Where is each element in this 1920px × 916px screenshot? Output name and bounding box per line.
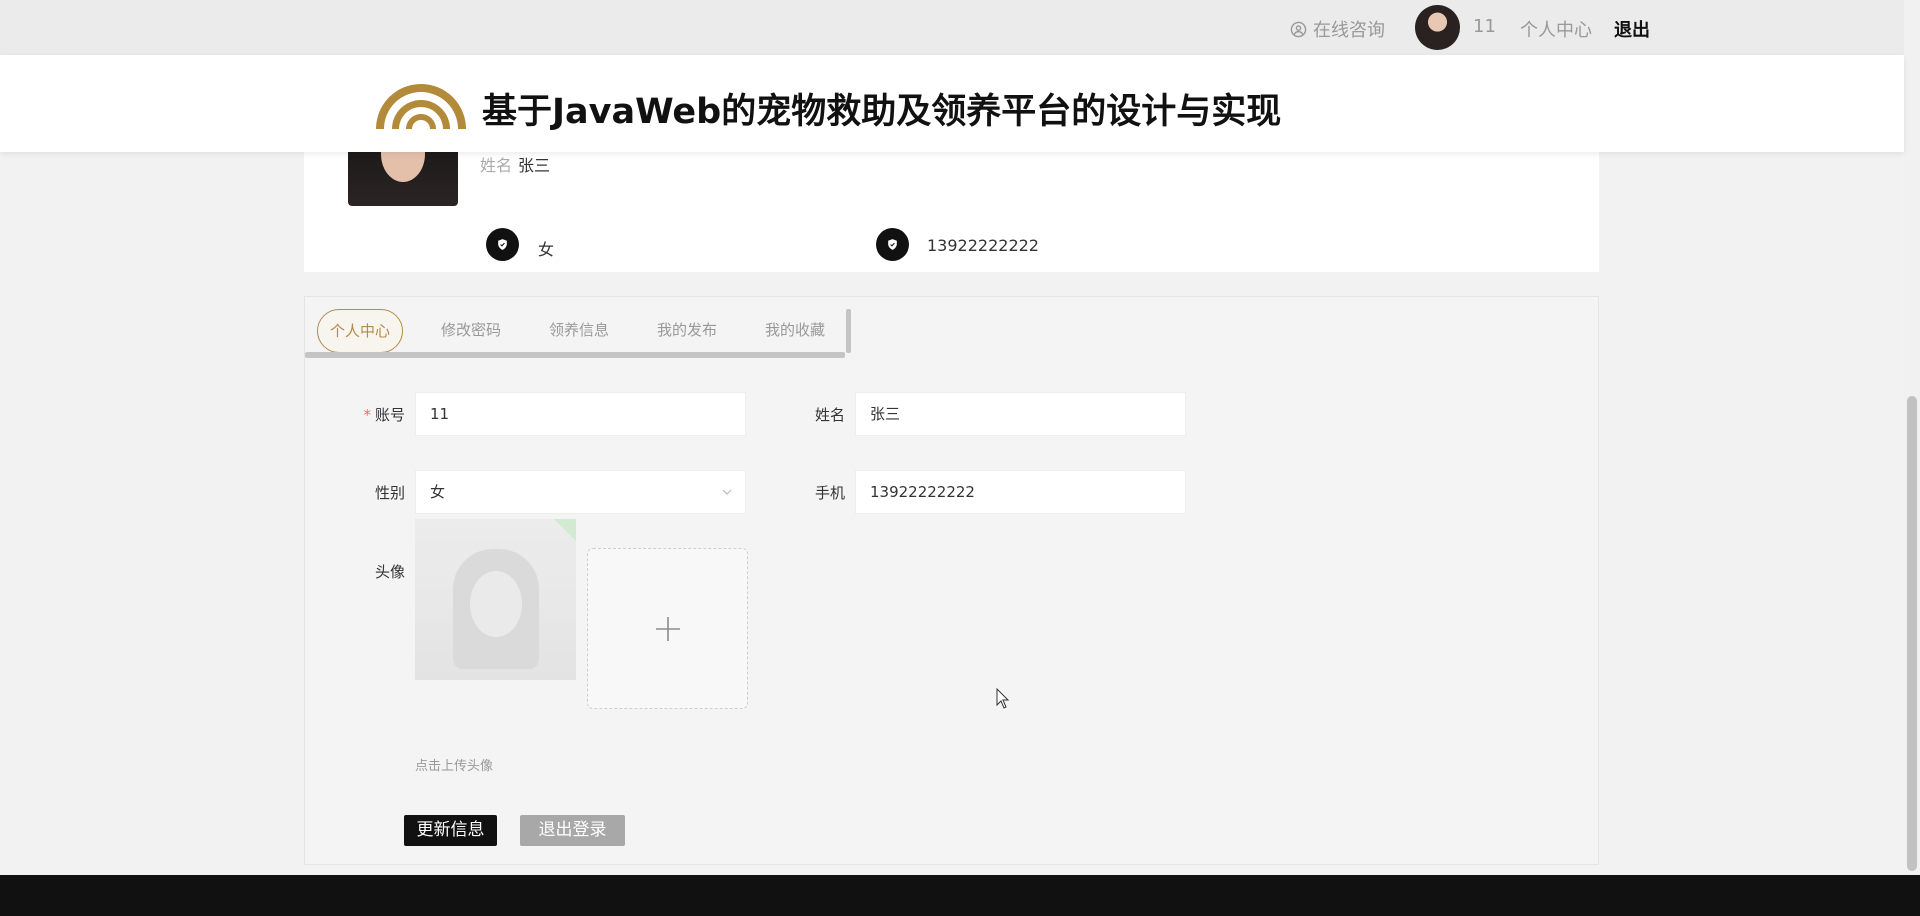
profile-gender: 女 [538,240,555,259]
shield-icon [876,228,909,261]
page-scrollbar[interactable] [1904,0,1920,875]
tab-adoption-info[interactable]: 领养信息 [539,309,619,351]
account-label: * 账号 [363,406,405,424]
gender-select-value: 女 [430,483,446,501]
profile-name-value: 张三 [518,156,551,175]
tab-personal-center[interactable]: 个人中心 [317,309,403,353]
tab-bar: 个人中心 修改密码 领养信息 我的发布 我的收藏 [305,297,851,358]
profile-phone: 13922222222 [927,236,1039,255]
site-title: 基于JavaWeb的宠物救助及领养平台的设计与实现 [482,92,1282,132]
tabs-vertical-scrollbar[interactable] [846,309,851,353]
top-bar: 在线咨询 11 个人中心 退出 [0,0,1904,55]
chevron-down-icon [722,489,732,495]
avatar-preview-image[interactable] [415,519,576,680]
plus-icon [655,616,680,641]
personal-center-link[interactable]: 个人中心 [1520,16,1592,42]
user-avatar[interactable] [1415,5,1460,50]
logout-link[interactable]: 退出 [1614,16,1650,42]
phone-label: 手机 [814,484,845,502]
profile-card: 姓名 张三 女 13922222222 [304,152,1599,272]
gender-label: 性别 [374,484,405,502]
tab-my-posts[interactable]: 我的发布 [647,309,727,351]
profile-name-label: 姓名 [480,156,513,175]
username: 11 [1473,16,1496,37]
upload-hint: 点击上传头像 [415,759,494,774]
user-center-panel: 个人中心 修改密码 领养信息 我的发布 我的收藏 * 账号 11 姓名 张三 性别… [304,296,1599,865]
update-info-button[interactable]: 更新信息 [404,815,497,846]
tabs-horizontal-scrollbar[interactable] [305,352,845,358]
mouse-cursor-icon [996,688,1010,709]
page-scrollbar-thumb[interactable] [1907,396,1917,871]
page-footer [0,875,1920,916]
account-input[interactable]: 11 [415,392,746,436]
logout-button[interactable]: 退出登录 [520,815,625,846]
site-header: 基于JavaWeb的宠物救助及领养平台的设计与实现 [0,55,1904,152]
online-consult-link[interactable]: 在线咨询 [1290,16,1385,42]
name-label: 姓名 [814,406,845,424]
tab-change-password[interactable]: 修改密码 [431,309,511,351]
gender-select[interactable]: 女 [415,470,746,514]
shield-icon [486,228,519,261]
avatar-upload-button[interactable] [587,548,748,709]
avatar-label: 头像 [374,563,405,581]
profile-photo [348,152,458,206]
tab-my-favorites[interactable]: 我的收藏 [755,309,835,351]
name-input[interactable]: 张三 [855,392,1186,436]
online-consult-label: 在线咨询 [1313,20,1385,41]
phone-input[interactable]: 13922222222 [855,470,1186,514]
user-circle-icon [1290,21,1307,37]
site-logo [376,84,466,129]
